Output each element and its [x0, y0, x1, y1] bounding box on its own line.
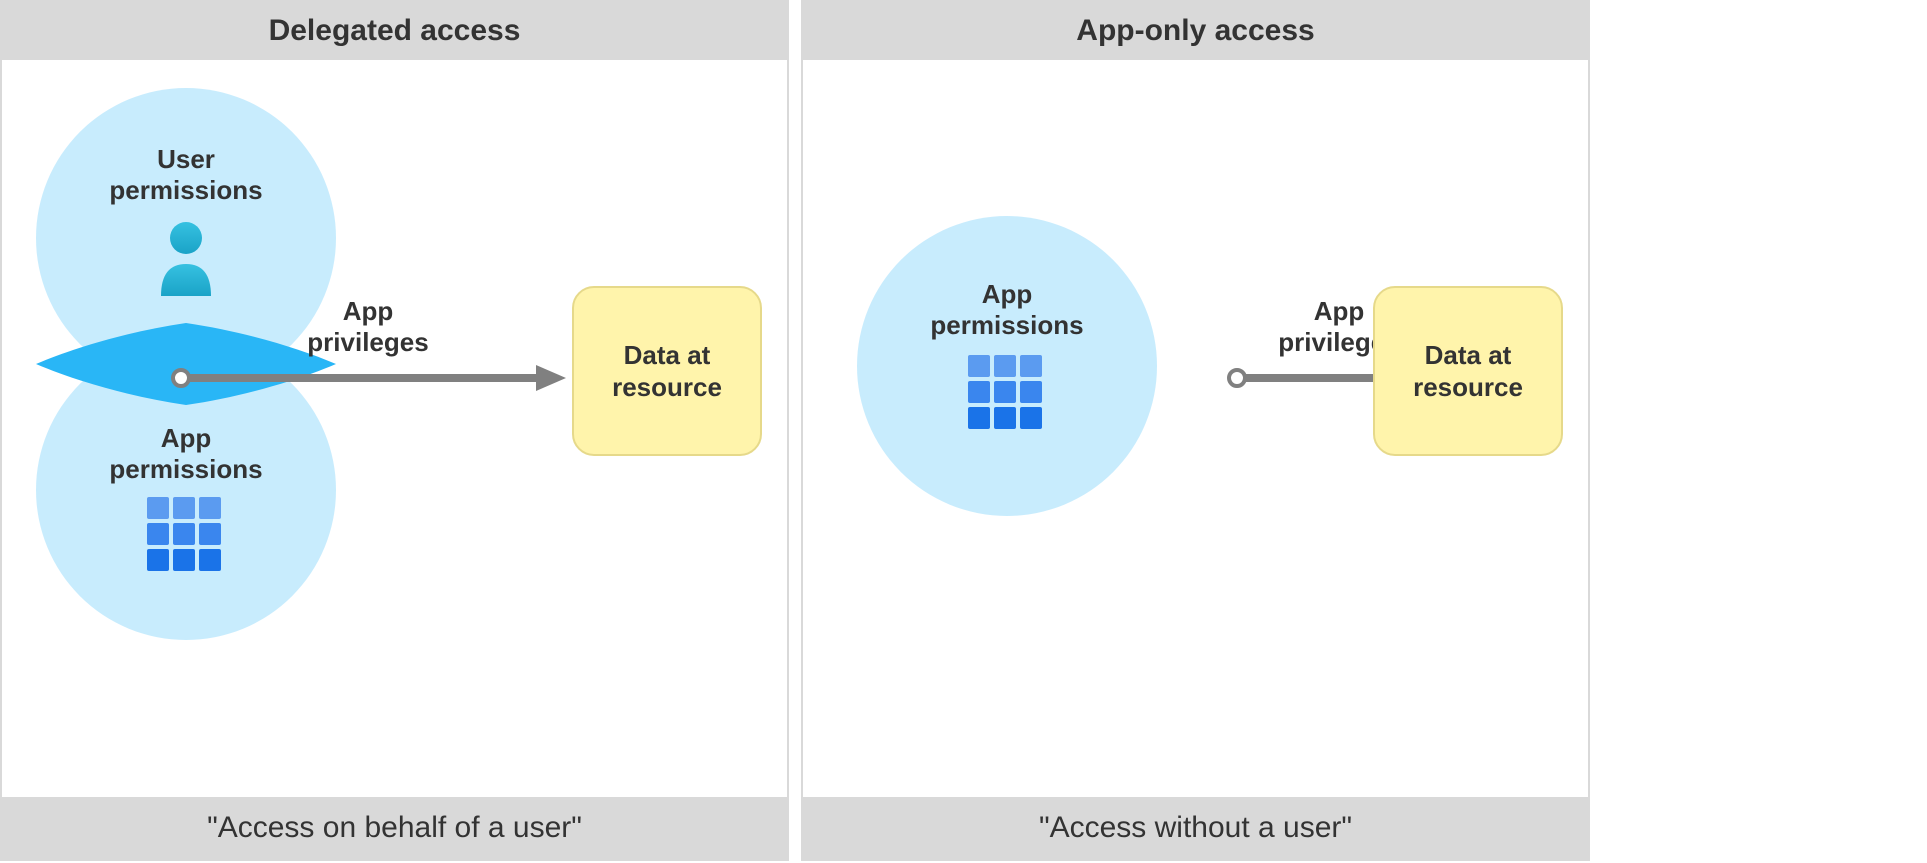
- data-at-resource-box-delegated: Data at resource: [572, 286, 762, 456]
- delegated-access-panel: Delegated access User permissions App: [0, 0, 789, 861]
- panel-footer-delegated: "Access on behalf of a user": [2, 797, 787, 859]
- app-grid-icon: [147, 497, 225, 575]
- data-at-resource-label-apponly: Data at resource: [1413, 339, 1523, 404]
- data-at-resource-label-delegated: Data at resource: [612, 339, 722, 404]
- app-privileges-arrow-label-delegated: App privileges: [307, 296, 428, 357]
- user-icon: [151, 218, 221, 298]
- app-privileges-arrow-delegated: App privileges: [168, 296, 568, 393]
- user-permissions-label: User permissions: [109, 144, 262, 205]
- apponly-diagram-body: App permissions App privileges Data: [803, 60, 1588, 797]
- app-permissions-label-apponly: App permissions: [930, 279, 1083, 340]
- delegated-diagram-body: User permissions App permissions: [2, 60, 787, 797]
- app-grid-icon: [968, 355, 1046, 433]
- app-permissions-label-delegated: App permissions: [109, 423, 262, 484]
- data-at-resource-box-apponly: Data at resource: [1373, 286, 1563, 456]
- app-permissions-circle-apponly: App permissions: [857, 216, 1157, 516]
- arrow-icon: [168, 363, 568, 393]
- panel-footer-apponly: "Access without a user": [803, 797, 1588, 859]
- app-only-access-panel: App-only access App permissions App priv…: [801, 0, 1590, 861]
- panel-header-delegated: Delegated access: [2, 2, 787, 60]
- panel-header-apponly: App-only access: [803, 2, 1588, 60]
